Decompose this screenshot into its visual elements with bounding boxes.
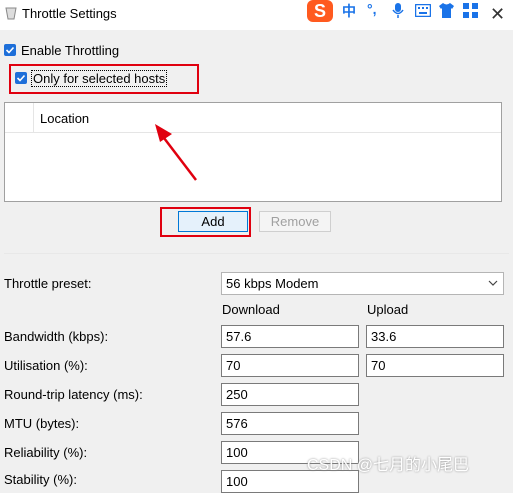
sogou-logo-icon[interactable]: S (307, 0, 333, 22)
utilisation-download-input[interactable]: 70 (221, 354, 359, 377)
csdn-watermark: CSDN @七月的小尾巴 (307, 457, 470, 474)
annotation-arrow-icon (155, 124, 197, 181)
column-separator (33, 103, 34, 132)
bandwidth-download-input[interactable]: 57.6 (221, 325, 359, 348)
hosts-list-header: Location (5, 103, 501, 133)
ime-toolbar[interactable]: S 中 °, (305, 0, 513, 24)
enable-throttling-label: Enable Throttling (21, 42, 120, 58)
window-title: Throttle Settings (22, 6, 117, 21)
throttle-preset-value: 56 kbps Modem (226, 276, 319, 291)
app-icon (5, 7, 17, 20)
grid-icon[interactable] (463, 3, 478, 18)
remove-button[interactable]: Remove (259, 211, 331, 232)
chevron-down-icon[interactable] (488, 273, 498, 302)
keyboard-icon[interactable] (415, 4, 431, 17)
throttle-preset-label: Throttle preset: (4, 276, 92, 291)
utilisation-upload-input[interactable]: 70 (366, 354, 504, 377)
section-divider (4, 253, 509, 254)
bandwidth-label: Bandwidth (kbps): (4, 329, 109, 344)
download-column-header: Download (222, 302, 280, 317)
title-bar: Throttle Settings S 中 °, ✕ (0, 0, 513, 30)
mic-icon[interactable] (391, 2, 405, 19)
only-selected-hosts-checkbox[interactable]: Only for selected hosts (15, 69, 168, 87)
ime-punct-toggle[interactable]: °, (367, 1, 377, 17)
location-column-header[interactable]: Location (40, 111, 89, 126)
hosts-list[interactable]: Location (4, 102, 502, 202)
only-selected-hosts-label: Only for selected hosts (30, 69, 168, 87)
upload-column-header: Upload (367, 302, 409, 317)
ime-mode-toggle[interactable]: 中 (342, 1, 356, 21)
stability-label: Stability (%): (4, 472, 77, 487)
enable-throttling-checkbox[interactable]: Enable Throttling (4, 41, 119, 59)
mtu-input[interactable]: 576 (221, 412, 359, 435)
latency-label: Round-trip latency (ms): (4, 387, 143, 402)
latency-input[interactable]: 250 (221, 383, 359, 406)
mtu-label: MTU (bytes): (4, 416, 80, 431)
utilisation-label: Utilisation (%): (4, 358, 88, 373)
checkbox-checked-icon[interactable] (4, 44, 16, 56)
checkbox-checked-icon[interactable] (15, 72, 27, 84)
bandwidth-upload-input[interactable]: 33.6 (366, 325, 504, 348)
throttle-preset-select[interactable]: 56 kbps Modem (221, 272, 504, 295)
reliability-label: Reliability (%): (4, 445, 88, 460)
shirt-icon[interactable] (438, 3, 455, 18)
add-button[interactable]: Add (178, 211, 248, 232)
close-icon[interactable]: ✕ (490, 4, 505, 25)
